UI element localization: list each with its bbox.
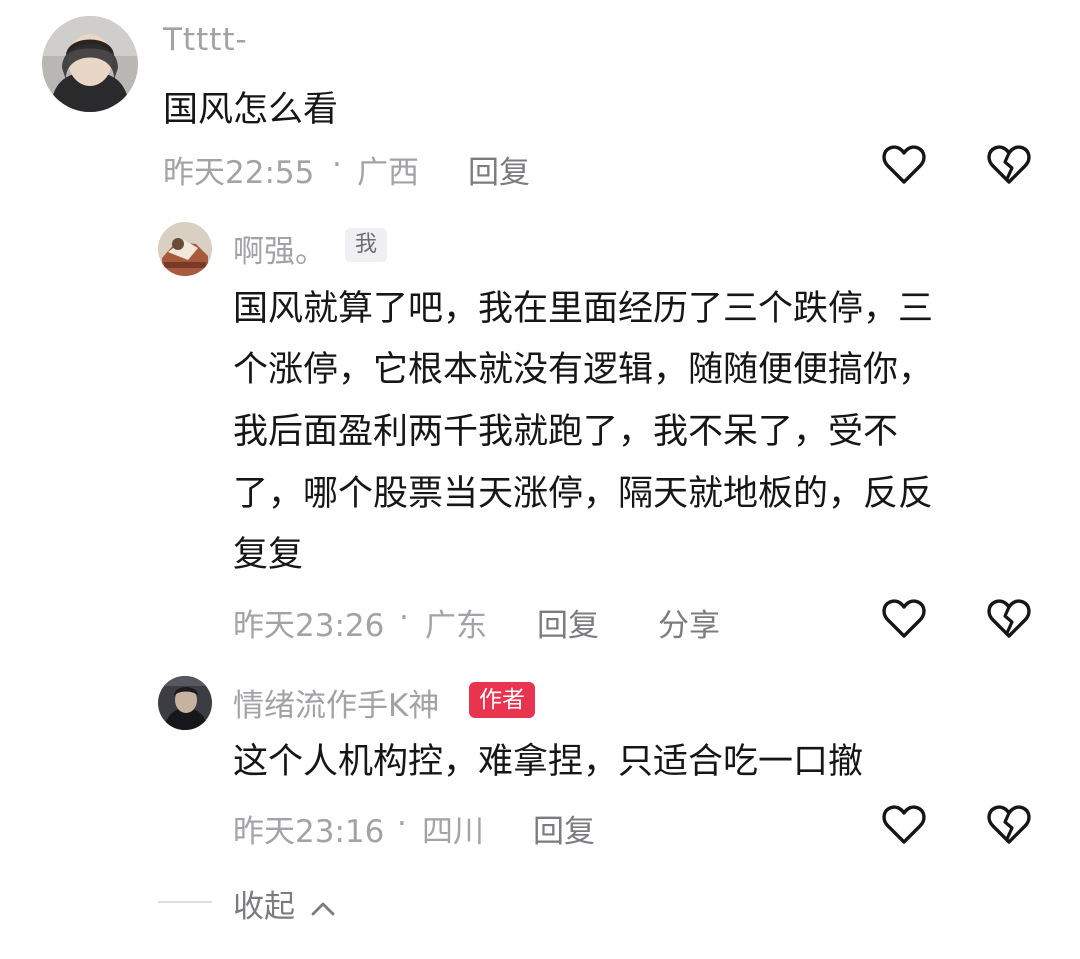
heart-outline-icon[interactable] xyxy=(880,595,928,643)
reply-text-line: 复复 xyxy=(233,535,304,575)
reply-text-line: 这个人机构控，难拿捏，只适合吃一口撤 xyxy=(233,742,864,782)
reply-text-line: 个涨停，它根本就没有逻辑，随随便便搞你， xyxy=(233,350,934,390)
reply-location: 四川 xyxy=(422,814,484,850)
reply-time: 昨天23:26 xyxy=(233,608,385,644)
avatar-aqiang[interactable] xyxy=(158,222,212,276)
broken-heart-icon[interactable] xyxy=(985,801,1033,849)
comment-location: 广西 xyxy=(357,155,419,191)
reply-reply-button[interactable]: 回复 xyxy=(533,806,595,851)
broken-heart-icon[interactable] xyxy=(985,141,1033,189)
collapse-label: 收起 xyxy=(233,889,295,925)
collapse-divider xyxy=(158,901,212,903)
comment-reply-button[interactable]: 回复 xyxy=(468,147,530,192)
comment-time: 昨天22:55 xyxy=(163,155,315,191)
comment-text: 国风怎么看 xyxy=(163,90,339,130)
collapse-button[interactable]: 收起 xyxy=(233,881,337,927)
heart-outline-icon[interactable] xyxy=(880,141,928,189)
reply-share-button[interactable]: 分享 xyxy=(658,600,720,645)
comment-username[interactable]: Ttttt- xyxy=(163,22,248,58)
broken-heart-icon[interactable] xyxy=(985,595,1033,643)
avatar-ttttt[interactable] xyxy=(42,16,138,112)
reply-text-line: 国风就算了吧，我在里面经历了三个跌停，三 xyxy=(233,289,934,329)
reply-meta-separator: · xyxy=(399,600,409,636)
reply-meta-separator: · xyxy=(397,806,407,842)
reply-text-line: 了，哪个股票当天涨停，隔天就地板的，反反 xyxy=(233,474,934,514)
reply-text-line: 我后面盈利两千我就跑了，我不呆了，受不 xyxy=(233,412,899,452)
reply-time: 昨天23:16 xyxy=(233,814,385,850)
reply-username[interactable]: 啊强。 xyxy=(233,226,326,271)
me-badge: 我 xyxy=(345,228,388,262)
comment-meta-separator: · xyxy=(332,147,342,183)
avatar-kshen[interactable] xyxy=(158,676,212,730)
reply-reply-button[interactable]: 回复 xyxy=(537,600,599,645)
author-badge: 作者 xyxy=(469,682,535,718)
chevron-up-icon xyxy=(309,891,337,927)
reply-location: 广东 xyxy=(425,608,487,644)
heart-outline-icon[interactable] xyxy=(880,801,928,849)
reply-username[interactable]: 情绪流作手K神 xyxy=(233,680,439,725)
